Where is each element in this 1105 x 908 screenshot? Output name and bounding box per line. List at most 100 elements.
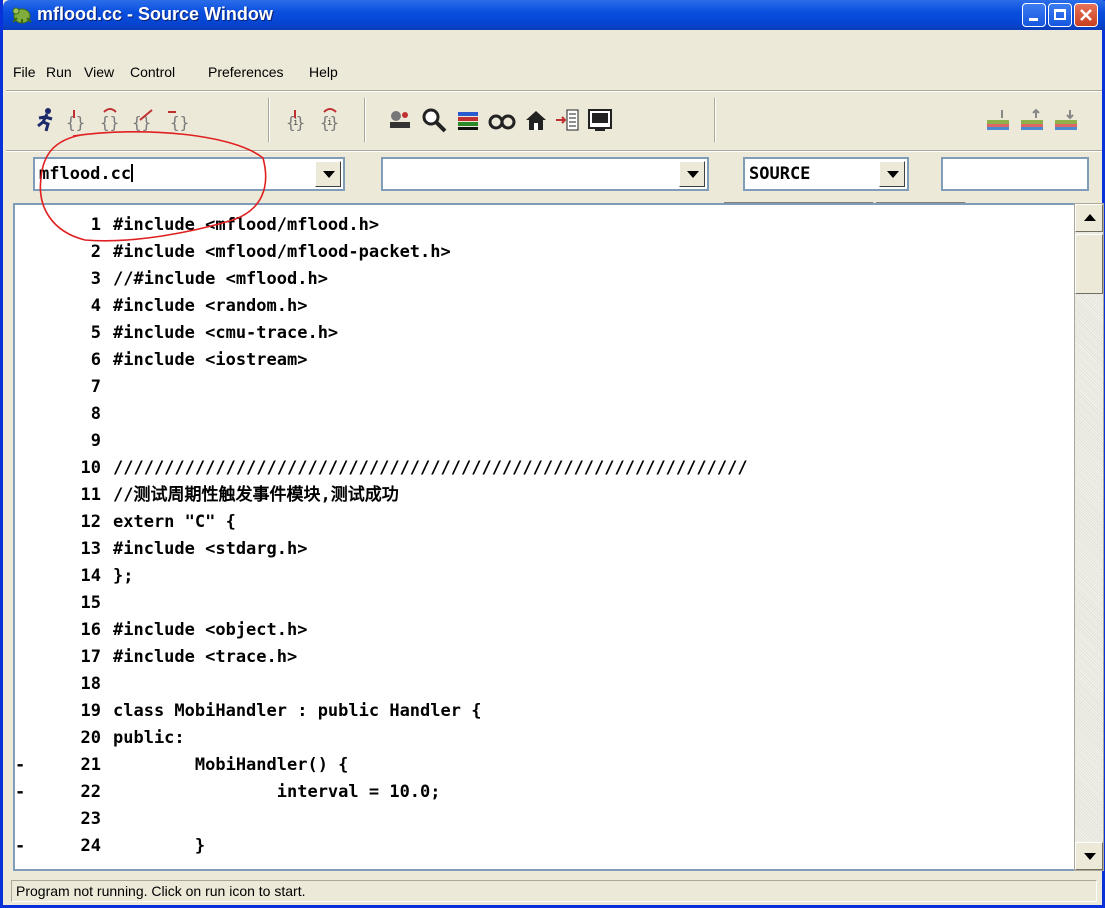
code-text: }: [113, 836, 206, 856]
breakpoint-marker[interactable]: -: [15, 752, 31, 779]
code-line[interactable]: 1 #include <mflood/mflood.h>: [15, 212, 1065, 239]
menu-run[interactable]: Run: [46, 64, 72, 80]
scroll-up-button[interactable]: [1075, 204, 1103, 232]
run-icon[interactable]: [32, 106, 60, 134]
line-number: 9: [90, 431, 101, 451]
line-number: 22: [80, 782, 101, 802]
line-number: 14: [80, 566, 101, 586]
breakpoints-icon[interactable]: [386, 106, 414, 134]
line-number: 18: [80, 674, 101, 694]
code-line[interactable]: 4 #include <random.h>: [15, 293, 1065, 320]
title-bar[interactable]: mflood.cc - Source Window: [3, 0, 1105, 30]
code-line[interactable]: 10 //////////////////////////////////////…: [15, 455, 1065, 482]
breakpoint-marker[interactable]: -: [15, 779, 31, 806]
up-frame-icon[interactable]: [984, 106, 1012, 134]
code-text: #include <stdarg.h>: [113, 539, 308, 559]
menu-control[interactable]: Control: [130, 64, 175, 80]
code-line[interactable]: 7: [15, 374, 1065, 401]
chevron-down-icon[interactable]: [879, 161, 905, 187]
finish-icon[interactable]: {}: [130, 106, 158, 134]
breakpoint-marker[interactable]: -: [15, 833, 31, 860]
code-text: #include <iostream>: [113, 350, 308, 370]
line-number: 6: [90, 350, 101, 370]
line-number: 13: [80, 539, 101, 559]
line-number: 20: [80, 728, 101, 748]
scroll-thumb[interactable]: [1075, 234, 1103, 294]
text-cursor: [131, 164, 134, 182]
code-line[interactable]: 13 #include <stdarg.h>: [15, 536, 1065, 563]
source-code-view[interactable]: 1 #include <mflood/mflood.h> 2 #include <mf…: [13, 203, 1093, 871]
function-selector[interactable]: [381, 157, 709, 191]
source-window: mflood.cc - Source Window File Run View …: [0, 0, 1105, 908]
scroll-up-icon: [1084, 214, 1096, 221]
maximize-button[interactable]: [1048, 3, 1072, 27]
line-number: 23: [80, 809, 101, 829]
code-line[interactable]: 12 extern "C" {: [15, 509, 1065, 536]
code-line[interactable]: 3 //#include <mflood.h>: [15, 266, 1065, 293]
line-number: 16: [80, 620, 101, 640]
stepi-icon[interactable]: {} i: [282, 106, 310, 134]
step-icon[interactable]: {}: [62, 106, 90, 134]
home-icon[interactable]: [522, 106, 550, 134]
code-text: public:: [113, 728, 185, 748]
mode-selector-value: SOURCE: [749, 164, 811, 184]
console-icon[interactable]: [586, 106, 614, 134]
continue-icon[interactable]: {}: [164, 106, 192, 134]
nexti-icon[interactable]: {} i: [316, 106, 344, 134]
file-selector[interactable]: mflood.cc: [33, 157, 345, 191]
close-button[interactable]: [1074, 3, 1098, 27]
search-input[interactable]: [941, 157, 1089, 191]
menu-view[interactable]: View: [84, 64, 114, 80]
vertical-scrollbar[interactable]: [1074, 203, 1104, 871]
registers-icon[interactable]: [554, 106, 582, 134]
line-number: 2: [90, 242, 101, 262]
code-line[interactable]: 6 #include <iostream>: [15, 347, 1065, 374]
code-line[interactable]: 9: [15, 428, 1065, 455]
code-line[interactable]: 14};: [15, 563, 1065, 590]
code-line[interactable]: 18: [15, 671, 1065, 698]
menu-preferences[interactable]: Preferences: [208, 64, 283, 80]
menu-bar: File Run View Control Preferences Help: [6, 60, 1102, 84]
toolbar-divider: [714, 98, 716, 142]
code-line[interactable]: - 24 }: [15, 833, 1065, 860]
status-text: Program not running. Click on run icon t…: [11, 880, 1097, 902]
toolbar-separator: [6, 150, 1102, 152]
minimize-button[interactable]: [1022, 3, 1046, 27]
next-icon[interactable]: {}: [96, 106, 124, 134]
line-number: 21: [80, 755, 101, 775]
code-line[interactable]: 15: [15, 590, 1065, 617]
scroll-down-button[interactable]: [1075, 842, 1103, 870]
line-number: 17: [80, 647, 101, 667]
code-line[interactable]: 8: [15, 401, 1065, 428]
toolbar: {} {} {} {} {} i {} i: [6, 92, 1102, 228]
code-line[interactable]: - 22 interval = 10.0;: [15, 779, 1065, 806]
code-line[interactable]: 19 class MobiHandler : public Handler {: [15, 698, 1065, 725]
line-number: 12: [80, 512, 101, 532]
line-number: 5: [90, 323, 101, 343]
locals-icon[interactable]: [488, 106, 516, 134]
chevron-down-icon[interactable]: [315, 161, 341, 187]
code-line[interactable]: 23: [15, 806, 1065, 833]
code-text: #include <object.h>: [113, 620, 308, 640]
code-line[interactable]: 17 #include <trace.h>: [15, 644, 1065, 671]
code-line[interactable]: 16 #include <object.h>: [15, 617, 1065, 644]
code-text: #include <random.h>: [113, 296, 308, 316]
menu-help[interactable]: Help: [309, 64, 338, 80]
stack-icon[interactable]: [454, 106, 482, 134]
code-line[interactable]: 5 #include <cmu-trace.h>: [15, 320, 1065, 347]
code-line[interactable]: - 21 MobiHandler() {: [15, 752, 1065, 779]
code-line[interactable]: 2 #include <mflood/mflood-packet.h>: [15, 239, 1065, 266]
down-frame-icon[interactable]: [1018, 106, 1046, 134]
maximize-icon: [1054, 9, 1066, 20]
bottom-frame-icon[interactable]: [1052, 106, 1080, 134]
code-text: extern "C" {: [113, 512, 236, 532]
watch-icon[interactable]: [420, 106, 448, 134]
svg-text:{}: {}: [66, 113, 85, 132]
code-line[interactable]: 20 public:: [15, 725, 1065, 752]
menu-file[interactable]: File: [13, 64, 36, 80]
line-number: 10: [80, 458, 101, 478]
chevron-down-icon[interactable]: [679, 161, 705, 187]
mode-selector[interactable]: SOURCE: [743, 157, 909, 191]
code-text: //测试周期性触发事件模块,测试成功: [113, 485, 399, 505]
code-line[interactable]: 11 //测试周期性触发事件模块,测试成功: [15, 482, 1065, 509]
